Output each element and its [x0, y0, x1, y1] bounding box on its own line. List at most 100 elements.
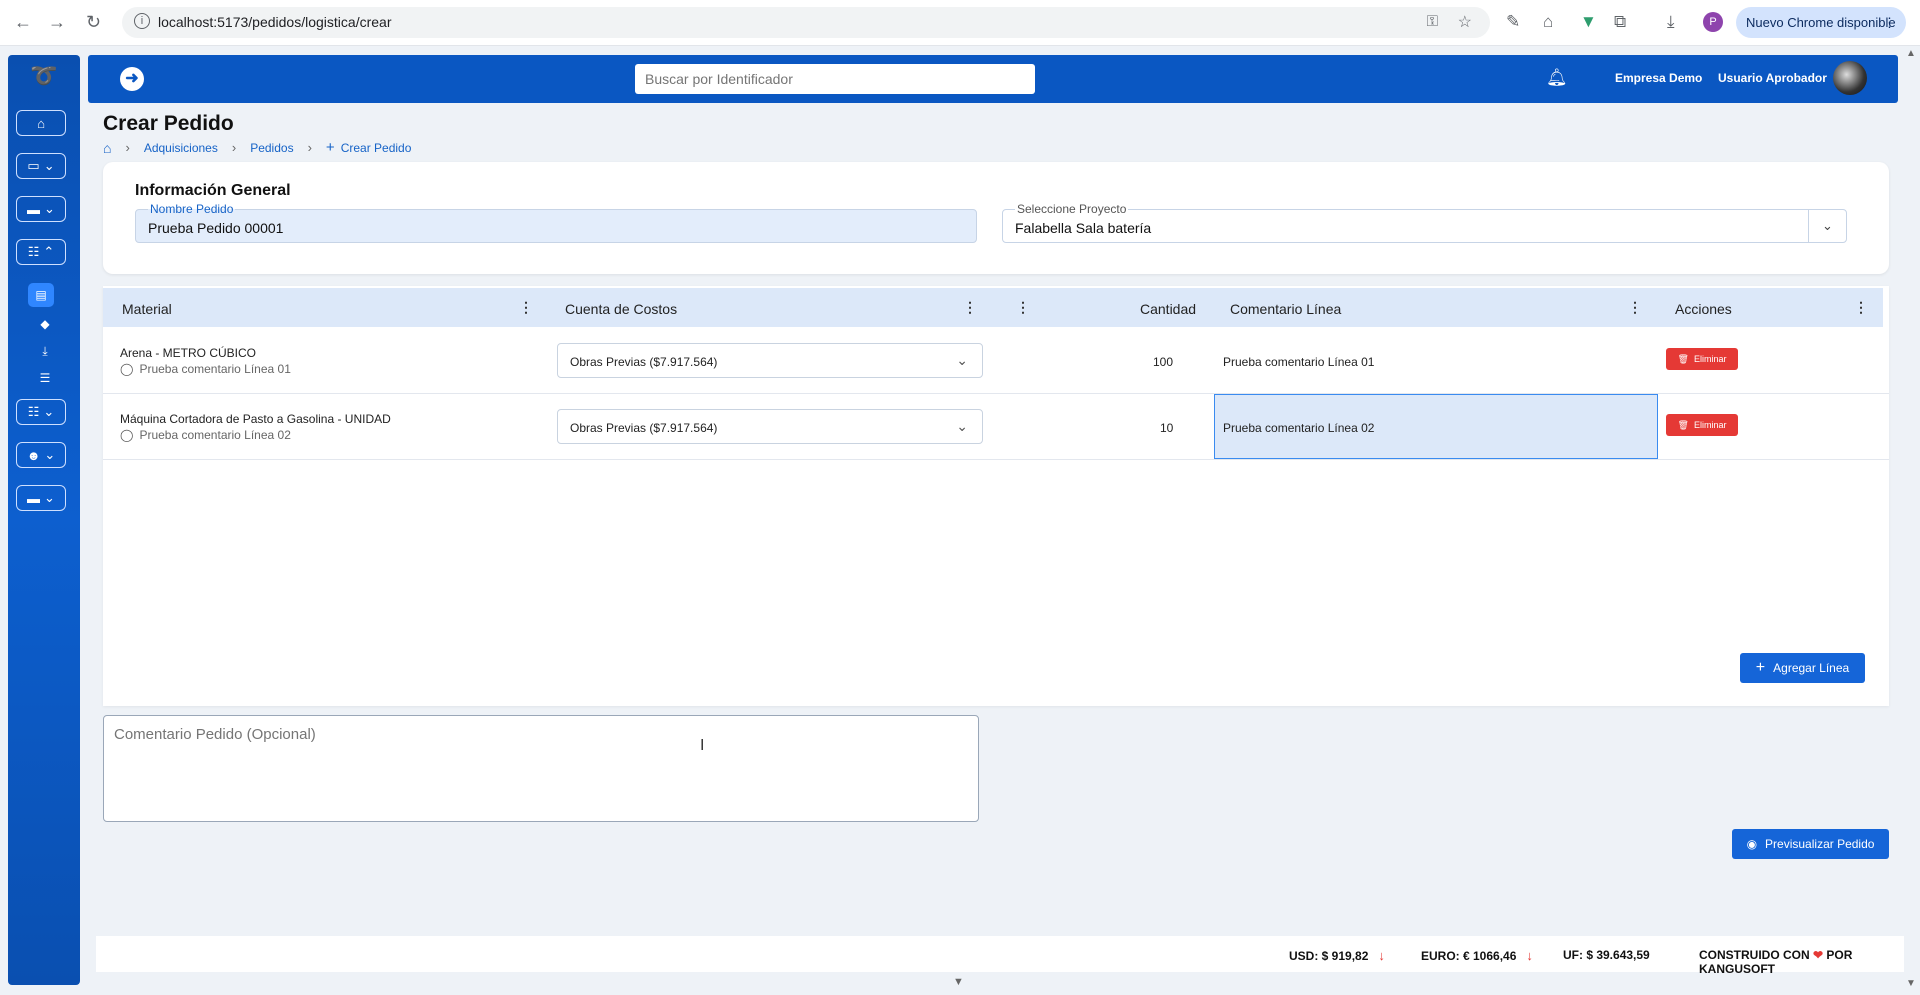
sidebar-settings-icon[interactable]: ☰ [36, 371, 54, 389]
order-name-value: Prueba Pedido 00001 [148, 220, 284, 236]
breadcrumb-separator-icon: › [307, 140, 312, 155]
profile-avatar[interactable]: P [1703, 12, 1723, 32]
chrome-update-button[interactable]: Nuevo Chrome disponible ⋮ [1736, 7, 1906, 38]
cost-account-select[interactable]: Obras Previas ($7.917.564) ⌄ [557, 343, 983, 378]
column-header-line-comment[interactable]: Comentario Línea [1230, 301, 1341, 317]
trash-icon: 🗑︎ [1677, 419, 1689, 430]
order-name-field[interactable]: Nombre Pedido Prueba Pedido 00001 [135, 202, 977, 243]
breadcrumb-crear-pedido: Crear Pedido [340, 140, 412, 155]
star-icon[interactable]: ☆ [1458, 12, 1472, 32]
sidebar-monitor-button[interactable]: ▭ ⌄ [16, 153, 66, 179]
search-input[interactable] [635, 64, 1035, 94]
sidebar-download-icon[interactable]: ⤓ [36, 344, 54, 362]
arrow-down-icon: ↓ [1378, 948, 1385, 963]
cost-account-value: Obras Previas ($7.917.564) [570, 355, 718, 369]
column-menu-icon[interactable]: ⋮ [963, 299, 977, 316]
delete-button[interactable]: 🗑︎ Eliminar [1666, 348, 1738, 370]
reload-icon[interactable]: ↻ [86, 12, 101, 33]
material-comment-text: Prueba comentario Línea 01 [139, 362, 291, 376]
puzzle-icon[interactable]: ⧉ [1614, 12, 1626, 32]
address-bar[interactable]: i localhost:5173/pedidos/logistica/crear… [122, 7, 1490, 38]
back-arrow-icon[interactable]: ← [14, 12, 32, 33]
back-circle-icon[interactable]: ➜ [120, 67, 144, 91]
project-label: Seleccione Proyecto [1015, 202, 1129, 216]
people-icon: ☻ [26, 447, 41, 463]
uf-value: UF: $ 39.643,59 [1563, 948, 1650, 962]
table-row[interactable]: Máquina Cortadora de Pasto a Gasolina - … [103, 394, 1889, 460]
home-icon[interactable]: ⌂ [103, 140, 111, 156]
column-header-quantity[interactable]: Cantidad [1140, 301, 1196, 317]
sidebar-logistics-button[interactable]: ☷ ⌃ [16, 239, 66, 265]
key-icon[interactable]: ⚿ [1427, 13, 1438, 30]
eye-icon: ◉ [1746, 837, 1758, 851]
order-name-label: Nombre Pedido [148, 202, 236, 216]
line-comment-cell[interactable]: Prueba comentario Línea 01 [1223, 355, 1374, 369]
home-icon: ⌂ [37, 115, 45, 131]
preview-order-button[interactable]: ◉ Previsualizar Pedido [1732, 829, 1889, 859]
column-header-material[interactable]: Material [122, 301, 172, 317]
scrollbar-up-icon[interactable]: ▲ [1906, 48, 1916, 59]
line-comment-cell[interactable]: Prueba comentario Línea 02 [1223, 421, 1374, 435]
quantity-cell[interactable]: 10 [1160, 421, 1173, 435]
sidebar-folder-button[interactable]: ▬ ⌄ [16, 196, 66, 222]
forward-arrow-icon[interactable]: → [48, 12, 66, 33]
page-title: Crear Pedido [103, 112, 234, 135]
breadcrumb-adquisiciones[interactable]: Adquisiciones [144, 141, 218, 155]
project-value: Falabella Sala batería [1015, 220, 1152, 236]
tree-icon: ☷ [27, 244, 40, 259]
quantity-cell[interactable]: 100 [1153, 355, 1173, 369]
avatar[interactable] [1833, 61, 1867, 95]
order-comment-input[interactable] [103, 715, 979, 822]
column-header-cost-account[interactable]: Cuenta de Costos [565, 301, 677, 317]
column-menu-icon[interactable]: ⋮ [1628, 299, 1642, 316]
chevron-down-icon: ⌄ [43, 158, 55, 173]
column-menu-icon[interactable]: ⋮ [1016, 299, 1030, 316]
browser-toolbar: ← → ↻ i localhost:5173/pedidos/logistica… [0, 0, 1920, 46]
breadcrumb-pedidos[interactable]: Pedidos [250, 141, 293, 155]
plus-icon: + [325, 139, 335, 156]
chevron-down-icon: ⌄ [44, 201, 55, 216]
breadcrumb-separator-icon: › [231, 140, 237, 155]
sidebar-folder2-button[interactable]: ▬ ⌄ [16, 485, 66, 511]
scroll-down-icon[interactable]: ▼ [953, 976, 964, 988]
sidebar-home-button[interactable]: ⌂ [16, 110, 66, 136]
general-info-title: Información General [135, 182, 291, 199]
table-header: Material ⋮ Cuenta de Costos ⋮ ⋮ Cantidad… [103, 288, 1883, 327]
user-name[interactable]: Usuario Aprobador [1718, 71, 1827, 85]
comment-icon: ◯ [120, 428, 134, 442]
download-icon[interactable]: ⤓ [1667, 12, 1675, 32]
column-header-actions[interactable]: Acciones [1675, 301, 1732, 317]
breadcrumb-separator-icon: › [125, 140, 130, 155]
preview-label: Previsualizar Pedido [1765, 837, 1875, 851]
uf-rate: UF: $ 39.643,59 [1563, 948, 1650, 962]
sidebar-tag-icon[interactable]: ◆ [36, 317, 54, 335]
plus-icon: + [1755, 659, 1766, 676]
table-row[interactable]: Arena - METRO CÚBICO ◯ Prueba comentario … [103, 328, 1889, 394]
cost-account-select[interactable]: Obras Previas ($7.917.564) ⌄ [557, 409, 983, 444]
document-icon: ▤ [35, 288, 47, 302]
site-info-icon[interactable]: i [134, 13, 150, 29]
add-line-button[interactable]: + Agregar Línea [1740, 653, 1865, 683]
eyedropper-icon[interactable]: ✎ [1506, 12, 1520, 32]
company-name[interactable]: Empresa Demo [1615, 71, 1702, 85]
trash-icon: 🗑︎ [1677, 353, 1689, 364]
cost-account-value: Obras Previas ($7.917.564) [570, 421, 718, 435]
vue-icon[interactable]: ▼ [1580, 12, 1597, 32]
column-menu-icon[interactable]: ⋮ [1854, 299, 1868, 316]
chevron-down-icon[interactable]: ⌄ [1808, 210, 1846, 242]
sidebar-tree2-button[interactable]: ☷ ⌄ [16, 399, 66, 425]
comment-icon: ◯ [120, 362, 134, 376]
project-select[interactable]: Seleccione Proyecto Falabella Sala bater… [1002, 202, 1847, 243]
heart-icon: ❤ [1813, 948, 1824, 962]
general-info-card: Información General Nombre Pedido Prueba… [103, 162, 1889, 274]
column-menu-icon[interactable]: ⋮ [519, 299, 533, 316]
sidebar-people-button[interactable]: ☻ ⌄ [16, 442, 66, 468]
built-prefix: CONSTRUIDO CON [1699, 948, 1810, 962]
bell-icon[interactable]: 🔔︎ [1546, 68, 1568, 88]
delete-button[interactable]: 🗑︎ Eliminar [1666, 414, 1738, 436]
sidebar-orders-active[interactable]: ▤ [28, 283, 54, 307]
text-cursor-icon: I [700, 737, 705, 754]
scrollbar-down-icon[interactable]: ▼ [1906, 978, 1916, 989]
extension-badge-icon[interactable]: ⌂ [1543, 12, 1553, 32]
material-comment: ◯ Prueba comentario Línea 01 [120, 362, 291, 376]
